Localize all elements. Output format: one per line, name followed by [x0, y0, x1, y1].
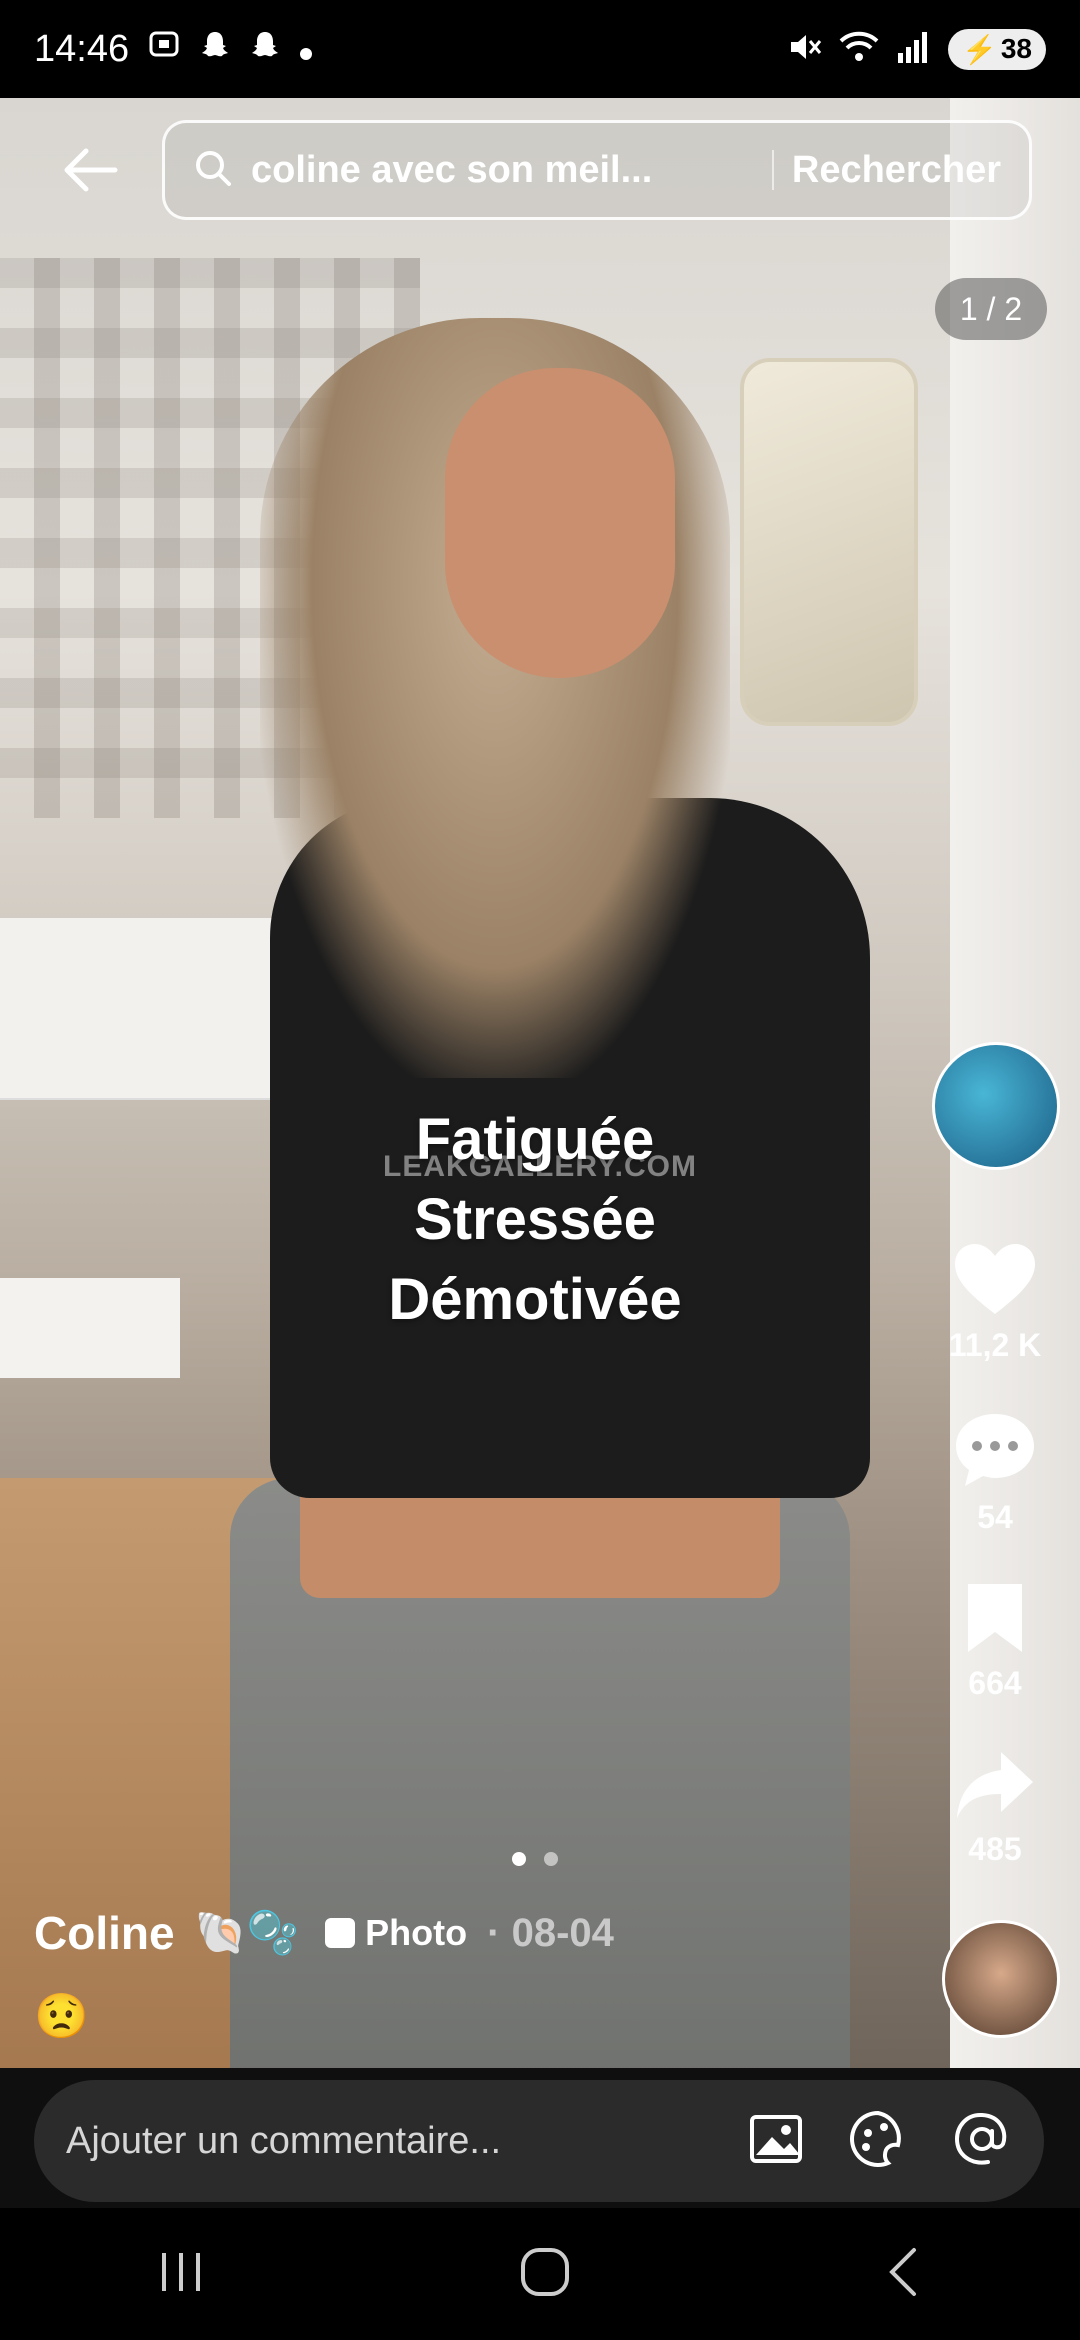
screenshot-icon	[147, 27, 181, 71]
search-query[interactable]: coline avec son meil...	[251, 149, 754, 192]
heart-icon	[955, 1244, 1035, 1314]
post-date: · 08-04	[487, 1910, 614, 1955]
carousel-dot	[544, 1852, 558, 1866]
system-nav-bar	[0, 2208, 1080, 2340]
author-name[interactable]: Coline	[34, 1906, 175, 1960]
post-caption: 😟	[34, 1992, 89, 2041]
snapchat-icon	[199, 28, 231, 71]
status-time: 14:46	[34, 27, 130, 70]
chevron-left-icon	[888, 2247, 916, 2296]
photo-type-tag: Photo	[325, 1912, 467, 1954]
share-arrow-icon	[957, 1752, 1033, 1818]
snapchat-icon-2	[249, 28, 281, 71]
overlay-line-3: Démotivée	[388, 1267, 682, 1332]
photo-type-label: Photo	[365, 1912, 468, 1953]
overlay-text: Fatiguée Stressée Démotivée	[300, 1100, 770, 1340]
overlay-line-2: Stressée	[414, 1187, 656, 1252]
battery-level: 38	[1000, 33, 1032, 64]
author-emojis: 🐚🫧	[194, 1908, 300, 1956]
comment-input[interactable]: Ajouter un commentaire...	[34, 2080, 1044, 2202]
search-divider	[771, 150, 774, 190]
bookmark-icon	[968, 1584, 1022, 1652]
photo-phone	[740, 358, 918, 726]
status-bar: 14:46 ⚡ 38	[0, 0, 1080, 98]
signal-icon	[896, 29, 932, 70]
save-button[interactable]: 664	[930, 1580, 1060, 1702]
share-count: 485	[968, 1831, 1022, 1867]
home-button[interactable]	[519, 2246, 571, 2303]
search-icon	[193, 148, 233, 193]
like-count: 11,2 K	[948, 1327, 1042, 1363]
recent-apps-button[interactable]	[156, 2249, 206, 2300]
share-button[interactable]: 485	[930, 1748, 1060, 1868]
system-back-button[interactable]	[884, 2246, 924, 2303]
post-photo[interactable]	[0, 98, 1080, 2068]
comment-bubble-icon	[956, 1414, 1034, 1486]
like-button[interactable]: 11,2 K	[930, 1240, 1060, 1364]
comment-button[interactable]: 54	[930, 1410, 1060, 1536]
music-avatar[interactable]	[942, 1920, 1060, 2038]
notification-dot-icon	[299, 28, 313, 71]
save-count: 664	[968, 1665, 1022, 1701]
author-row: Coline 🐚🫧 Photo · 08-04	[34, 1906, 614, 1960]
charging-icon: ⚡	[961, 33, 997, 65]
search-button[interactable]: Rechercher	[792, 149, 1001, 192]
overlay-line-1: Fatiguée	[415, 1107, 655, 1172]
mention-icon[interactable]	[952, 2109, 1012, 2174]
home-icon	[520, 2247, 569, 2296]
page-indicator: 1 / 2	[935, 278, 1047, 340]
photo-figure-face	[445, 368, 675, 678]
wifi-icon	[838, 29, 880, 70]
carousel-dots	[512, 1852, 558, 1866]
recent-apps-icon	[162, 2252, 201, 2291]
carousel-dot-active	[512, 1852, 526, 1866]
photo-stool	[0, 1278, 180, 1378]
mute-icon	[786, 29, 822, 70]
comment-placeholder[interactable]: Ajouter un commentaire...	[66, 2120, 748, 2163]
comment-bar: Ajouter un commentaire...	[0, 2068, 1080, 2208]
comment-count: 54	[977, 1499, 1013, 1535]
back-button[interactable]	[50, 135, 130, 205]
image-icon[interactable]	[748, 2111, 804, 2172]
creator-avatar[interactable]	[932, 1042, 1060, 1170]
photo-icon	[325, 1918, 356, 1948]
sticker-icon[interactable]	[848, 2109, 908, 2174]
search-bar[interactable]: coline avec son meil... Rechercher	[162, 120, 1032, 220]
battery-indicator: ⚡ 38	[947, 28, 1046, 70]
arrow-left-icon	[64, 148, 118, 192]
